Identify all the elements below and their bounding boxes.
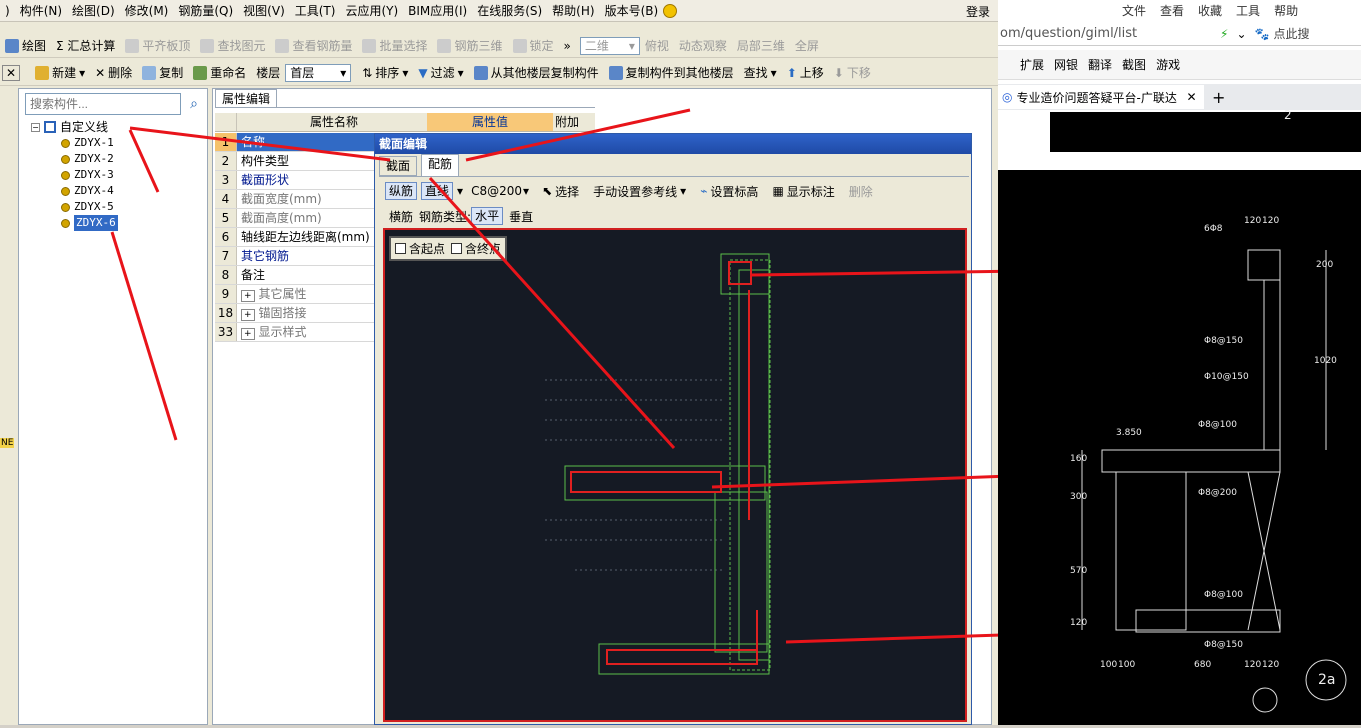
cad-dim-label: Φ10@150: [1204, 372, 1249, 382]
cad-dim-label: 6Φ8: [1204, 224, 1223, 234]
browser-menu-help[interactable]: 帮助: [1274, 2, 1298, 19]
cad-dim-label: 120: [1244, 216, 1262, 226]
search-hint[interactable]: 点此搜: [1273, 25, 1309, 42]
close-tab-icon[interactable]: ✕: [1186, 90, 1196, 104]
cad-dim-label: 2: [1284, 108, 1292, 122]
bolt-icon[interactable]: ⚡: [1220, 27, 1228, 41]
cad-detail-drawing: 120 120 200 6Φ8 1020 Φ8@150 Φ10@150 Φ8@1…: [998, 108, 1361, 725]
cad-dim-label: 680: [1194, 660, 1212, 670]
cad-dim-label: 1020: [1314, 356, 1337, 366]
cad-dim-label: Φ8@150: [1204, 336, 1243, 346]
cad-dim-label: 570: [1070, 566, 1088, 576]
cad-dim-label: 100: [1118, 660, 1136, 670]
site-favicon-icon: ◎: [1002, 90, 1013, 104]
favorites-bar: 扩展 网银 翻译 截图 游戏: [998, 50, 1361, 80]
fav-screenshot[interactable]: 截图: [1122, 56, 1146, 73]
browser-tab-bar: ◎ 专业造价问题答疑平台-广联达 ✕ +: [998, 84, 1361, 110]
url-text[interactable]: om/question/giml/list: [998, 26, 1220, 41]
cad-image-top: [1050, 112, 1361, 152]
cad-dim-label: 300: [1070, 492, 1088, 502]
browser-tab[interactable]: ◎ 专业造价问题答疑平台-广联达 ✕: [998, 85, 1204, 109]
cad-dim-label: Φ8@100: [1198, 420, 1237, 430]
cad-dim-label: Φ8@150: [1204, 640, 1243, 650]
browser-tab-title: 专业造价问题答疑平台-广联达: [1016, 90, 1177, 105]
cad-dim-label: 120: [1244, 660, 1262, 670]
fav-translate[interactable]: 翻译: [1088, 56, 1112, 73]
cad-dim-label: 120: [1070, 618, 1088, 628]
fav-extensions[interactable]: 扩展: [1020, 56, 1044, 73]
browser-menu-view[interactable]: 查看: [1160, 2, 1184, 19]
cad-dim-label: Φ8@200: [1198, 488, 1237, 498]
fav-games[interactable]: 游戏: [1156, 56, 1180, 73]
paw-search-icon[interactable]: 🐾: [1255, 27, 1270, 41]
browser-window: 文件 查看 收藏 工具 帮助 om/question/giml/list ⚡ ⌄…: [998, 0, 1361, 725]
address-bar[interactable]: om/question/giml/list ⚡ ⌄ 🐾 点此搜: [998, 22, 1361, 46]
cad-section-svg: [1081, 249, 1347, 713]
browser-menu-file[interactable]: 文件: [1122, 2, 1146, 19]
cad-dim-label: 2a: [1318, 672, 1336, 688]
browser-menu: 文件 查看 收藏 工具 帮助: [998, 0, 1361, 20]
cad-dim-label: Φ8@100: [1204, 590, 1243, 600]
gtj-app-window: ) 构件(N) 绘图(D) 修改(M) 钢筋量(Q) 视图(V) 工具(T) 云…: [0, 0, 1241, 725]
fav-bank[interactable]: 网银: [1054, 56, 1078, 73]
cad-dim-label: 200: [1316, 260, 1334, 270]
cad-dim-label: 160: [1070, 454, 1088, 464]
cad-dim-label: 120: [1262, 660, 1280, 670]
cad-dim-label: 120: [1262, 216, 1280, 226]
chevron-down-icon[interactable]: ⌄: [1236, 27, 1246, 41]
browser-menu-tools[interactable]: 工具: [1236, 2, 1260, 19]
cad-dim-label: 100: [1100, 660, 1118, 670]
new-tab-icon[interactable]: +: [1212, 88, 1225, 107]
cad-dim-label: 3.850: [1116, 428, 1142, 438]
browser-menu-favorites[interactable]: 收藏: [1198, 2, 1222, 19]
